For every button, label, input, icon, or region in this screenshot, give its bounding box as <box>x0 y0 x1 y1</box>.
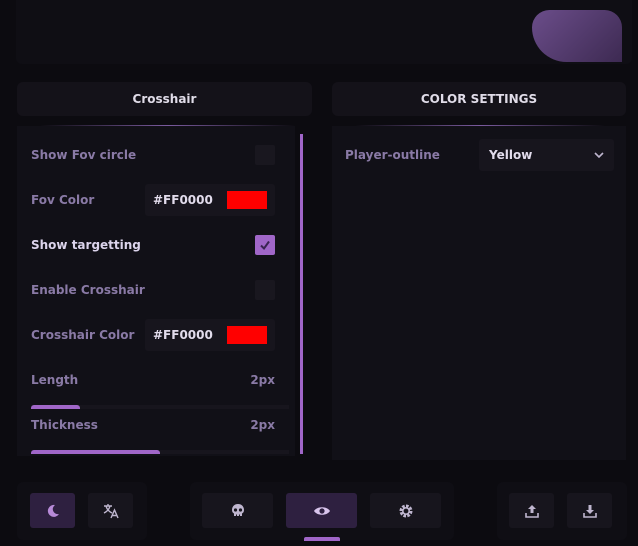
thickness-row: Thickness 2px <box>31 408 275 442</box>
translate-icon <box>103 503 119 518</box>
language-button[interactable] <box>88 493 133 528</box>
fov-color-row: Fov Color #FF0000 <box>31 183 275 217</box>
player-outline-label: Player-outline <box>345 148 440 162</box>
top-bar <box>16 0 632 64</box>
theme-button[interactable] <box>30 493 75 528</box>
color-settings-title-text: COLOR SETTINGS <box>420 92 538 106</box>
crosshair-panel: Show Fov circle Fov Color #FF0000 Show t… <box>17 126 295 456</box>
enable-crosshair-row: Enable Crosshair <box>31 273 275 307</box>
length-label: Length <box>31 373 79 387</box>
eye-icon <box>313 506 330 515</box>
moon-icon <box>47 504 59 517</box>
fov-color-swatch[interactable] <box>227 191 267 209</box>
chevron-down-icon <box>594 152 604 158</box>
thickness-slider[interactable] <box>31 450 289 454</box>
thickness-label: Thickness <box>31 418 98 432</box>
import-button[interactable] <box>567 493 612 528</box>
show-fov-circle-checkbox[interactable] <box>255 145 275 165</box>
length-row: Length 2px <box>31 363 275 397</box>
crosshair-color-hex[interactable]: #FF0000 <box>153 328 213 342</box>
tab-settings-button[interactable] <box>370 493 441 528</box>
fov-color-label: Fov Color <box>31 193 95 207</box>
show-fov-circle-row: Show Fov circle <box>31 138 275 172</box>
thickness-value: 2px <box>250 418 275 432</box>
show-targetting-checkbox[interactable] <box>255 235 275 255</box>
enable-crosshair-label: Enable Crosshair <box>31 283 145 297</box>
crosshair-panel-title: Crosshair <box>17 82 312 116</box>
export-button[interactable] <box>509 493 554 528</box>
gear-icon <box>399 504 412 517</box>
show-targetting-label: Show targetting <box>31 238 141 252</box>
color-settings-panel: Player-outline <box>332 126 626 460</box>
crosshair-color-row: Crosshair Color #FF0000 <box>31 318 275 352</box>
player-outline-value: Yellow <box>489 148 533 162</box>
length-value: 2px <box>250 373 275 387</box>
crosshair-color-swatch[interactable] <box>227 326 267 344</box>
tab-eye-button[interactable] <box>286 493 357 528</box>
enable-crosshair-checkbox[interactable] <box>255 280 275 300</box>
thickness-slider-fill[interactable] <box>31 450 160 454</box>
fov-color-hex[interactable]: #FF0000 <box>153 193 213 207</box>
crosshair-scrollbar[interactable] <box>300 134 303 454</box>
brand-blob <box>532 10 622 62</box>
crosshair-color-picker[interactable]: #FF0000 <box>145 319 275 351</box>
fov-color-picker[interactable]: #FF0000 <box>145 184 275 216</box>
tab-skull-button[interactable] <box>202 493 273 528</box>
active-tab-indicator <box>304 537 340 541</box>
download-icon <box>582 504 597 518</box>
color-settings-panel-title: COLOR SETTINGS <box>332 82 626 116</box>
skull-icon <box>231 503 244 516</box>
crosshair-title-text: Crosshair <box>132 92 197 106</box>
player-outline-select[interactable]: Yellow <box>479 139 614 171</box>
show-fov-circle-label: Show Fov circle <box>31 148 137 162</box>
show-targetting-row: Show targetting <box>31 228 275 262</box>
upload-icon <box>524 504 539 518</box>
crosshair-color-label: Crosshair Color <box>31 328 135 342</box>
checkmark-icon <box>260 240 270 251</box>
